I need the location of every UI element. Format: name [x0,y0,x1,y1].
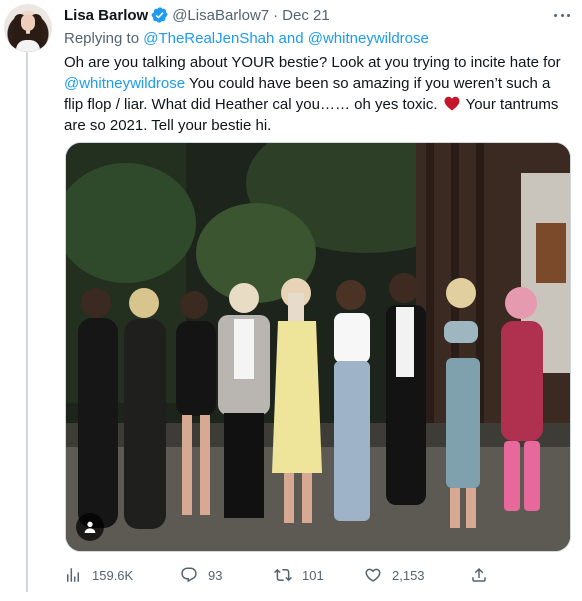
tweet-header: Lisa Barlow @LisaBarlow7 · Dec 21 [64,4,572,26]
tweet-actions: 159.6K 93 101 2,153 [64,563,494,587]
views-count: 159.6K [92,567,134,583]
avatar-column [4,4,52,52]
author-name[interactable]: Lisa Barlow [64,7,148,24]
replying-user-1[interactable]: @TheRealJenShah [143,30,274,47]
author-handle[interactable]: @LisaBarlow7 [172,7,269,24]
like-icon [365,568,381,582]
reply-icon [181,567,197,583]
avatar[interactable] [4,4,52,52]
red-heart-emoji-icon [444,96,460,111]
retweet-count: 101 [302,567,324,583]
more-icon[interactable] [552,6,572,24]
replying-prefix: Replying to [64,30,140,47]
replying-to: Replying to @TheRealJenShah and @whitney… [64,29,572,49]
reply-button[interactable]: 93 [180,563,222,587]
replying-and[interactable]: and [279,30,304,47]
tweet-photo[interactable] [65,142,571,552]
tweet-date[interactable]: Dec 21 [282,7,330,24]
views-button[interactable]: 159.6K [64,563,133,587]
thread-line [26,52,28,592]
share-icon [472,567,486,582]
like-button[interactable]: 2,153 [364,563,425,587]
share-button[interactable] [470,563,498,587]
mention-link[interactable]: @whitneywildrose [64,75,185,92]
retweet-icon [274,568,292,582]
like-count: 2,153 [392,567,425,583]
replying-user-2[interactable]: @whitneywildrose [308,30,429,47]
verified-badge-icon [151,6,169,24]
separator-dot: · [273,6,279,24]
views-icon [67,568,79,582]
tweet-text-part-1: Oh are you talking about YOUR bestie? Lo… [64,54,561,71]
reply-count: 93 [208,567,223,583]
retweet-button[interactable]: 101 [274,563,324,587]
group-photo-illustration [66,143,570,551]
tweet-text: Oh are you talking about YOUR bestie? Lo… [64,52,572,136]
tweet-content: Lisa Barlow @LisaBarlow7 · Dec 21 Replyi… [64,4,572,136]
user-tag-icon[interactable] [76,513,104,541]
